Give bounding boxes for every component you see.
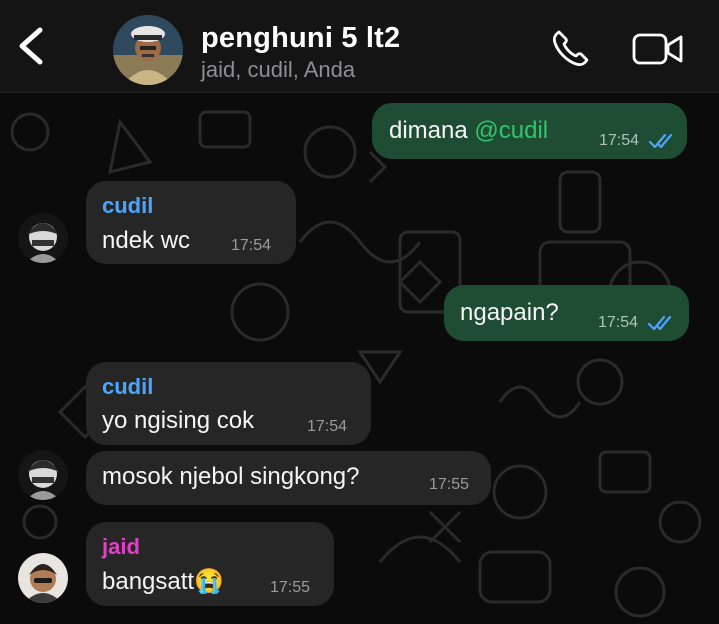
sender-avatar-cudil[interactable]: [18, 450, 68, 500]
message-body: dimana: [389, 117, 475, 144]
sender-avatar-jaid[interactable]: [18, 553, 68, 603]
chat-header: penghuni 5 lt2 jaid, cudil, Anda: [0, 0, 719, 93]
chat-title[interactable]: penghuni 5 lt2: [201, 22, 400, 55]
avatar-photo: [18, 553, 68, 603]
message-bubble-incoming[interactable]: cudil yo ngising cok 17:54: [86, 362, 371, 445]
message-time: 17:55: [270, 579, 311, 596]
phone-icon: [552, 30, 589, 67]
back-button[interactable]: [14, 26, 50, 66]
double-check-icon: [647, 315, 672, 331]
message-text: mosok njebol singkong?: [102, 463, 360, 490]
message-time: 17:54: [599, 132, 640, 149]
message-body: bangsatt: [102, 568, 195, 595]
message-bubble-outgoing[interactable]: ngapain? 17:54: [444, 285, 689, 341]
message-bubble-outgoing[interactable]: dimana @cudil 17:54: [372, 103, 687, 159]
message-time: 17:54: [231, 237, 272, 254]
video-call-button[interactable]: [632, 32, 684, 66]
double-check-icon: [648, 133, 673, 149]
crying-face-emoji: 😭: [194, 568, 224, 595]
message-bubble-incoming[interactable]: cudil ndek wc 17:54: [86, 181, 296, 264]
mention-link[interactable]: @cudil: [474, 117, 548, 144]
message-text: ndek wc: [102, 227, 191, 254]
message-bubble-incoming[interactable]: jaid bangsatt😭 17:55: [86, 522, 334, 606]
message-text: bangsatt😭: [102, 567, 224, 596]
avatar-photo: [18, 213, 68, 263]
chevron-left-icon: [19, 27, 43, 65]
sender-name[interactable]: cudil: [102, 193, 153, 219]
sender-avatar-cudil[interactable]: [18, 213, 68, 263]
message-bubble-incoming[interactable]: mosok njebol singkong? 17:55: [86, 451, 491, 505]
sender-name[interactable]: cudil: [102, 374, 153, 400]
group-avatar[interactable]: [113, 15, 183, 85]
video-camera-icon: [632, 33, 683, 65]
sender-name[interactable]: jaid: [102, 534, 140, 560]
message-time: 17:54: [598, 314, 639, 331]
message-text: dimana @cudil: [389, 117, 548, 145]
avatar-photo: [18, 450, 68, 500]
message-text: yo ngising cok: [102, 407, 255, 434]
group-photo: [113, 15, 183, 85]
message-time: 17:54: [307, 418, 348, 435]
call-button[interactable]: [551, 28, 591, 68]
chat-members[interactable]: jaid, cudil, Anda: [201, 57, 355, 83]
message-text: ngapain?: [460, 299, 559, 326]
message-time: 17:55: [429, 476, 470, 493]
